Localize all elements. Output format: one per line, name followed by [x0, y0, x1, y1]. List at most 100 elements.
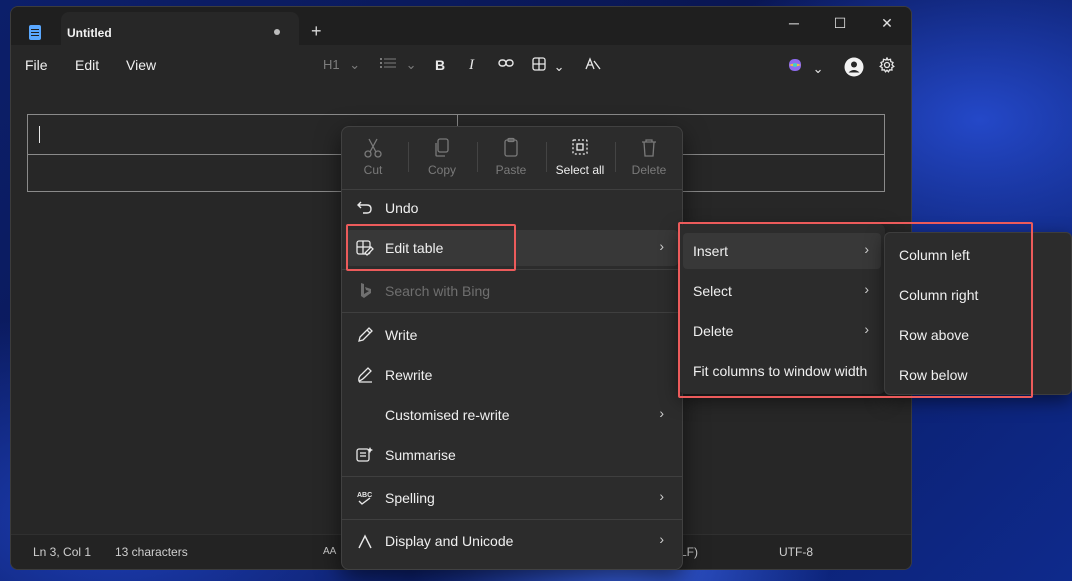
summarise-label: Summarise: [385, 447, 456, 463]
list-dropdown[interactable]: ⌄: [380, 57, 417, 73]
chevron-right-icon: ›: [864, 281, 869, 297]
trash-icon: [642, 139, 656, 157]
select-item[interactable]: Select ›: [683, 273, 881, 309]
write-label: Write: [385, 327, 418, 343]
select-all-icon: [572, 139, 588, 155]
edit-table-item[interactable]: Edit table ›: [346, 230, 678, 266]
edit-table-label: Edit table: [385, 240, 444, 256]
cut-button[interactable]: Cut: [342, 137, 404, 177]
list-icon: [380, 58, 396, 68]
fit-columns-label: Fit columns to window width: [693, 363, 868, 379]
text-caret: [39, 126, 40, 143]
display-and-unicode-item[interactable]: Display and Unicode ›: [346, 523, 678, 559]
spelling-item[interactable]: ABC Spelling ›: [346, 480, 678, 516]
select-label: Select: [693, 283, 732, 299]
row-above-label: Row above: [899, 327, 970, 343]
undo-icon: [357, 201, 372, 214]
notepad-icon: [29, 25, 41, 40]
divider: [342, 269, 682, 270]
copilot-dropdown[interactable]: ⌄: [787, 57, 824, 77]
delete-label: Delete: [631, 163, 667, 177]
menu-bar: File Edit View H1 ⌄ ⌄ B I ⌄ ⌄: [11, 45, 911, 85]
chevron-down-icon: ⌄: [812, 61, 824, 76]
paste-icon: [504, 137, 518, 157]
clear-format-icon: [585, 57, 601, 70]
edit-menu[interactable]: Edit: [75, 57, 99, 73]
delete-item[interactable]: Delete ›: [683, 313, 881, 349]
paste-button[interactable]: Paste: [480, 137, 542, 177]
copy-button[interactable]: Copy: [411, 137, 473, 177]
clear-formatting-button[interactable]: [585, 57, 601, 74]
encoding[interactable]: UTF-8: [779, 545, 813, 559]
chevron-down-icon: ⌄: [553, 59, 565, 74]
cut-label: Cut: [363, 163, 383, 177]
quick-actions: Cut Copy Paste Select all Delete: [342, 127, 682, 187]
title-bar: Untitled + ─ ☐ ✕: [11, 7, 911, 45]
chevron-down-icon: ⌄: [405, 57, 417, 72]
summarise-icon: [356, 447, 373, 462]
font-icon[interactable]: AA: [323, 546, 336, 557]
table-dropdown[interactable]: ⌄: [532, 57, 565, 75]
divider: [342, 476, 682, 477]
customised-rewrite-label: Customised re-write: [385, 407, 510, 423]
insert-submenu: Column left Column right Row above Row b…: [884, 232, 1072, 395]
file-menu[interactable]: File: [25, 57, 48, 73]
account-button[interactable]: [844, 57, 864, 80]
column-left-label: Column left: [899, 247, 970, 263]
delete-button[interactable]: Delete: [618, 137, 680, 177]
write-item[interactable]: Write: [346, 317, 678, 353]
account-icon: [844, 57, 864, 77]
copy-icon: [435, 138, 449, 157]
settings-button[interactable]: [879, 56, 895, 76]
summarise-item[interactable]: Summarise: [346, 437, 678, 473]
select-all-button[interactable]: Select all: [549, 137, 611, 177]
column-left-item[interactable]: Column left: [889, 237, 1067, 273]
search-with-bing-item[interactable]: Search with Bing: [346, 273, 678, 309]
paste-label: Paste: [495, 163, 527, 177]
unsaved-indicator-icon: [274, 29, 280, 35]
abc-icon: ABC: [357, 492, 372, 505]
insert-label: Insert: [693, 243, 729, 259]
bing-icon: [361, 283, 371, 298]
tab-title: Untitled: [67, 26, 112, 40]
chevron-right-icon: ›: [659, 238, 664, 254]
chevron-right-icon: ›: [864, 321, 869, 337]
divider: [546, 142, 547, 172]
column-right-item[interactable]: Column right: [889, 277, 1067, 313]
edit-table-submenu: Insert › Select › Delete › Fit columns t…: [679, 224, 885, 394]
gear-icon: [879, 56, 895, 73]
italic-button[interactable]: I: [469, 57, 474, 74]
link-icon: [498, 59, 514, 67]
chevron-right-icon: ›: [659, 531, 664, 547]
character-count: 13 characters: [115, 545, 188, 559]
fit-columns-item[interactable]: Fit columns to window width: [683, 353, 881, 389]
undo-label: Undo: [385, 200, 419, 216]
select-all-label: Select all: [555, 163, 605, 177]
divider: [342, 519, 682, 520]
undo-item[interactable]: Undo: [346, 190, 678, 226]
maximize-button[interactable]: ☐: [817, 15, 863, 39]
display-and-unicode-label: Display and Unicode: [385, 533, 514, 549]
scissors-icon: [364, 138, 382, 158]
divider: [408, 142, 409, 172]
copy-label: Copy: [427, 163, 456, 177]
context-menu: Cut Copy Paste Select all Delete Undo Ed…: [341, 126, 683, 570]
row-above-item[interactable]: Row above: [889, 317, 1067, 353]
new-tab-button[interactable]: +: [311, 21, 322, 42]
rewrite-item[interactable]: Rewrite: [346, 357, 678, 393]
customised-rewrite-item[interactable]: Customised re-write ›: [346, 397, 678, 433]
insert-item[interactable]: Insert ›: [683, 233, 881, 269]
minimize-button[interactable]: ─: [771, 15, 817, 39]
close-button[interactable]: ✕: [864, 15, 910, 39]
heading-label: H1: [323, 57, 340, 72]
pen-icon: [358, 327, 373, 342]
heading-dropdown[interactable]: H1 ⌄: [323, 57, 360, 73]
view-menu[interactable]: View: [126, 57, 156, 73]
row-below-item[interactable]: Row below: [889, 357, 1067, 393]
chevron-right-icon: ›: [864, 241, 869, 257]
bold-button[interactable]: B: [435, 57, 445, 73]
lambda-icon: [358, 534, 372, 549]
search-with-bing-label: Search with Bing: [385, 283, 491, 299]
link-button[interactable]: [498, 57, 514, 72]
row-below-label: Row below: [899, 367, 968, 383]
